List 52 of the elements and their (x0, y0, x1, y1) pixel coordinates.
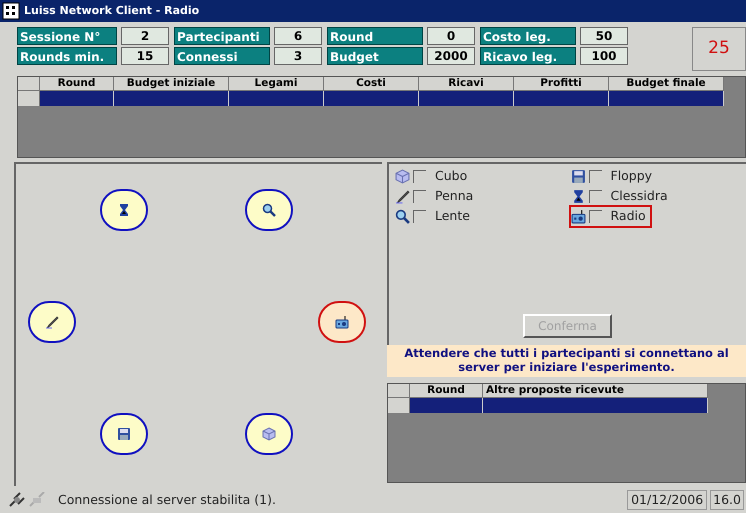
window-title: Luiss Network Client - Radio (24, 2, 200, 19)
object-label: Penna (435, 187, 474, 206)
status-text: Connessione al server stabilita (1). (58, 490, 276, 509)
stat-value: 100 (580, 47, 628, 65)
stat-value: 6 (274, 27, 322, 45)
stat-label: Round (327, 27, 423, 45)
column-header: Budget iniziale (114, 77, 229, 91)
object-label: Radio (610, 207, 646, 226)
cube-icon (262, 427, 276, 441)
checkbox[interactable] (588, 210, 602, 223)
stat-value: 0 (427, 27, 475, 45)
stat-value: 15 (121, 47, 169, 65)
stat-label: Costo leg. (480, 27, 576, 45)
column-header: Altre proposte ricevute (483, 384, 708, 398)
column-header: Legami (229, 77, 324, 91)
pen-icon (395, 189, 410, 204)
radio-icon (570, 209, 586, 224)
search-icon (262, 203, 276, 217)
unplugged-icon (28, 492, 46, 508)
checkbox[interactable] (588, 190, 602, 203)
stat-label: Rounds min. (17, 47, 117, 65)
stat-label: Budget (327, 47, 423, 65)
object-label: Cubo (435, 167, 468, 186)
column-header: Costi (324, 77, 419, 91)
stat-value: 50 (580, 27, 628, 45)
stat-label: Ricavo leg. (480, 47, 576, 65)
object-label: Lente (435, 207, 470, 226)
plug-icon (8, 492, 26, 508)
column-header: Profitti (514, 77, 609, 91)
column-header: Round (410, 384, 483, 398)
status-date: 01/12/2006 (627, 490, 708, 510)
radio-icon (335, 315, 349, 329)
column-header: Round (40, 77, 114, 91)
column-header: Ricavi (419, 77, 514, 91)
stat-label: Connessi (174, 47, 270, 65)
stat-value: 2 (121, 27, 169, 45)
stat-value: 2000 (427, 47, 475, 65)
search-icon (395, 209, 410, 224)
cube-icon (395, 169, 410, 184)
object-label: Floppy (610, 167, 652, 186)
stat-label: Sessione N° (17, 27, 117, 45)
app-icon (2, 2, 20, 20)
pen-icon (45, 315, 59, 329)
selected-object-row[interactable]: Radio (570, 207, 650, 226)
status-time: 16.0 (710, 490, 744, 510)
status-message: Attendere che tutti i partecipanti si connettano al server per iniziare l'esperimento. (387, 345, 746, 377)
object-label: Clessidra (610, 187, 668, 206)
column-header: Budget finale (609, 77, 724, 91)
counter-display: 25 (692, 27, 746, 71)
hourglass-icon (117, 203, 131, 217)
stat-label: Partecipanti (174, 27, 270, 45)
stat-value: 3 (274, 47, 322, 65)
